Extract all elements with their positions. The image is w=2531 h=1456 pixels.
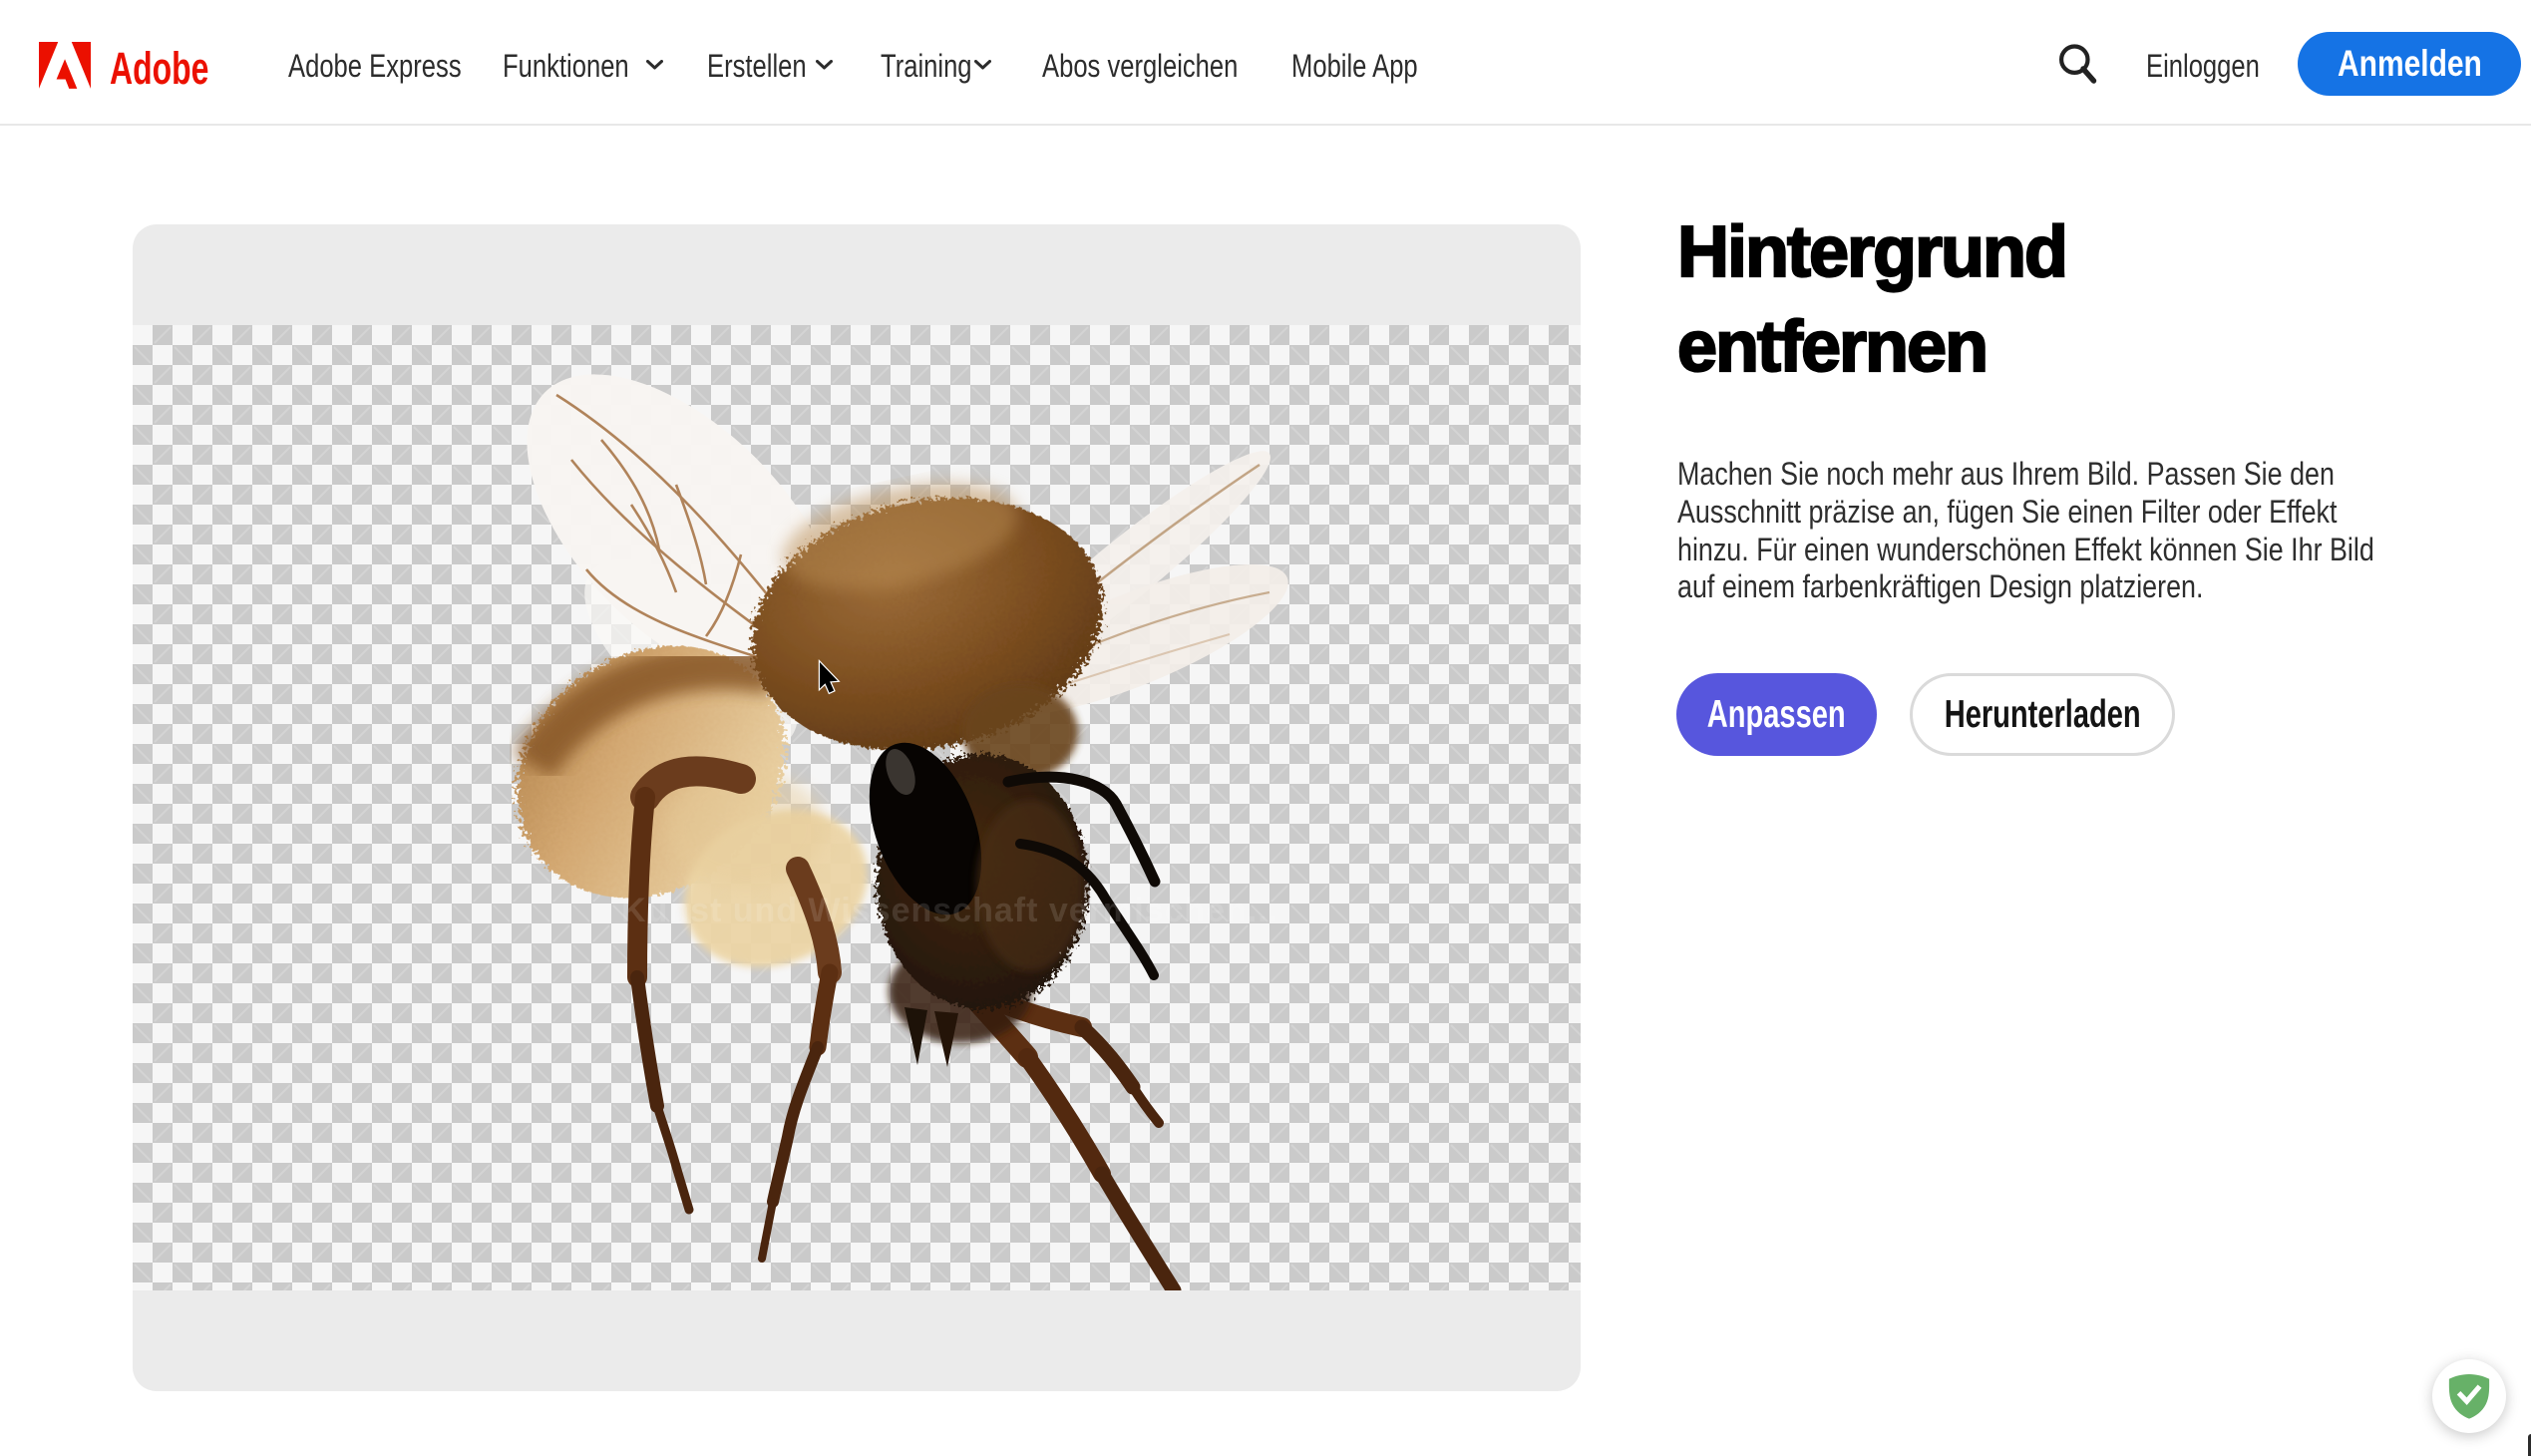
svg-text:Kunst und Wissenschaft vermisc: Kunst und Wissenschaft vermischen... bbox=[621, 892, 1278, 929]
